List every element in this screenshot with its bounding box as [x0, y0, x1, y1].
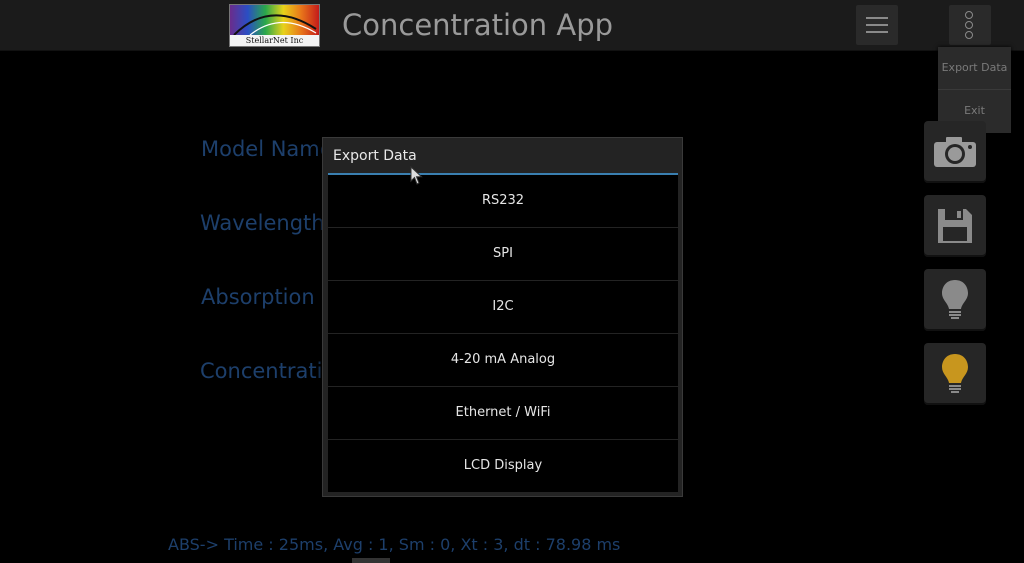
concentration-label: Concentratio	[200, 359, 336, 383]
export-option-lcd-display[interactable]: LCD Display	[328, 440, 678, 492]
overflow-dots-icon	[965, 11, 973, 19]
export-option-rs232[interactable]: RS232	[328, 175, 678, 227]
acquisition-status: ABS-> Time : 25ms, Avg : 1, Sm : 0, Xt :…	[168, 535, 621, 554]
export-option-i2c[interactable]: I2C	[328, 281, 678, 333]
bulb-on-icon	[942, 354, 968, 393]
bottom-handle	[352, 558, 390, 563]
model-name-label: Model Name	[201, 137, 333, 161]
light-off-button[interactable]	[924, 269, 986, 331]
overflow-menu-button[interactable]	[949, 5, 991, 45]
overflow-item-export-data[interactable]: Export Data	[938, 47, 1011, 90]
hamburger-menu-icon	[866, 17, 888, 19]
light-on-button[interactable]	[924, 343, 986, 405]
wavelength-label: Wavelength	[200, 211, 325, 235]
export-option-list: RS232 SPI I2C 4-20 mA Analog Ethernet / …	[328, 175, 678, 493]
mouse-cursor-icon	[410, 166, 423, 185]
dialog-title: Export Data	[333, 148, 417, 164]
export-option-ethernet-wifi[interactable]: Ethernet / WiFi	[328, 387, 678, 439]
save-button[interactable]	[924, 195, 986, 257]
export-data-dialog: Export Data RS232 SPI I2C 4-20 mA Analog…	[322, 137, 683, 497]
action-bar: StellarNet Inc Concentration App	[0, 0, 1024, 51]
export-option-spi[interactable]: SPI	[328, 228, 678, 280]
camera-icon	[934, 137, 976, 167]
absorption-label: Absorption :	[201, 285, 329, 309]
app-title: Concentration App	[342, 8, 614, 42]
stellarnet-logo: StellarNet Inc	[229, 4, 320, 47]
hamburger-menu-button[interactable]	[856, 5, 898, 45]
save-icon	[938, 209, 972, 243]
bulb-off-icon	[942, 280, 968, 319]
export-option-analog[interactable]: 4-20 mA Analog	[328, 334, 678, 386]
logo-text: StellarNet Inc	[230, 35, 319, 46]
camera-button[interactable]	[924, 121, 986, 183]
